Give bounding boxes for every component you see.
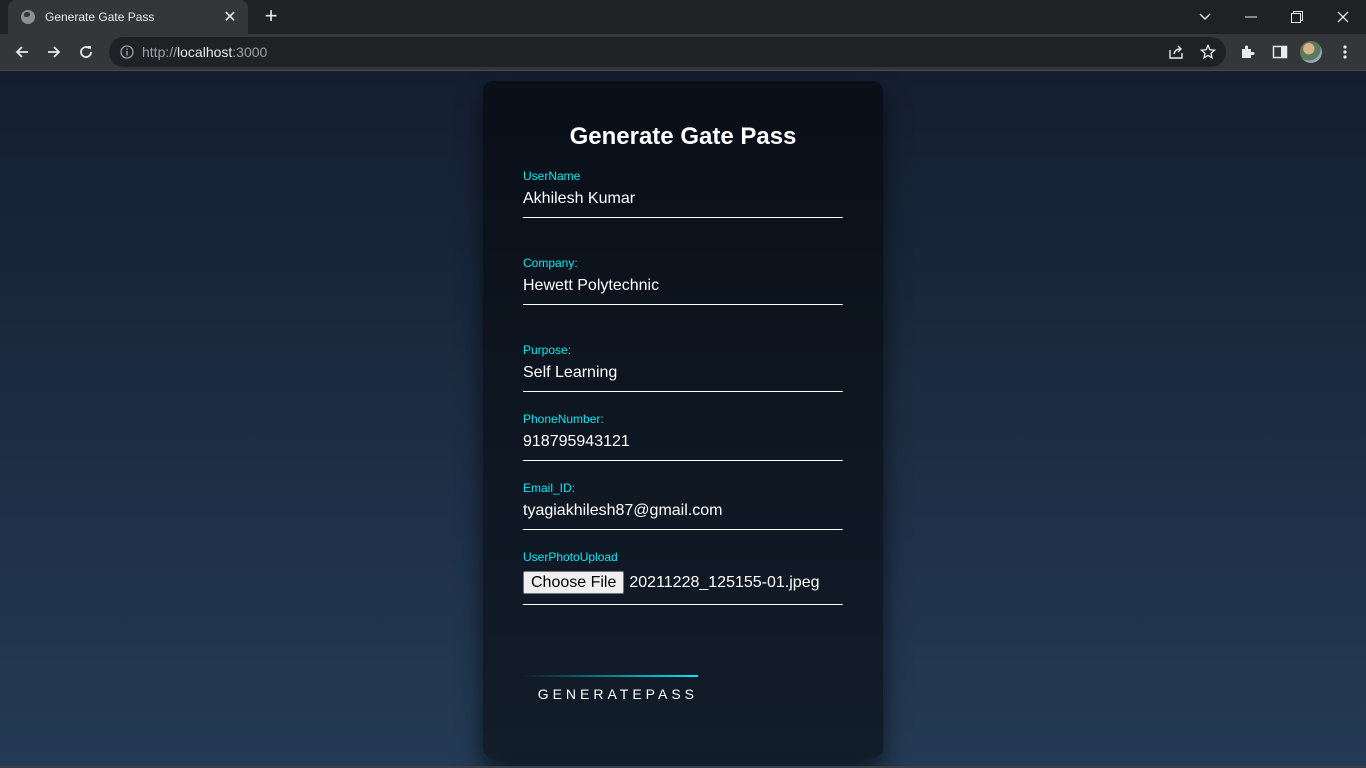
profile-avatar[interactable] bbox=[1300, 41, 1322, 63]
reload-icon[interactable] bbox=[74, 40, 98, 64]
file-input[interactable]: Choose File 20211228_125155-01.jpeg bbox=[523, 566, 843, 605]
minimize-icon[interactable] bbox=[1228, 0, 1274, 34]
side-panel-icon[interactable] bbox=[1268, 40, 1292, 64]
email-field[interactable]: Email_ID: tyagiakhilesh87@gmail.com bbox=[523, 481, 843, 530]
phone-label: PhoneNumber: bbox=[523, 412, 604, 426]
browser-tab[interactable]: Generate Gate Pass ✕ bbox=[8, 0, 248, 34]
browser-toolbar: http://localhost:3000 bbox=[0, 34, 1366, 71]
selected-file-name: 20211228_125155-01.jpeg bbox=[629, 573, 820, 591]
username-input[interactable]: Akhilesh Kumar bbox=[523, 185, 843, 218]
page-background: Generate Gate Pass UserName Akhilesh Kum… bbox=[0, 71, 1366, 766]
extensions-puzzle-icon[interactable] bbox=[1236, 40, 1260, 64]
gate-pass-form-card: Generate Gate Pass UserName Akhilesh Kum… bbox=[483, 81, 883, 758]
address-bar[interactable]: http://localhost:3000 bbox=[109, 37, 1226, 67]
purpose-input[interactable]: Self Learning bbox=[523, 359, 843, 392]
close-tab-icon[interactable]: ✕ bbox=[218, 7, 242, 27]
username-field[interactable]: UserName Akhilesh Kumar bbox=[523, 169, 843, 218]
form-title: Generate Gate Pass bbox=[569, 123, 797, 150]
purpose-label: Purpose: bbox=[523, 343, 572, 357]
company-field[interactable]: Company: Hewett Polytechnic bbox=[523, 256, 843, 305]
close-window-icon[interactable] bbox=[1320, 0, 1366, 34]
browser-tab-bar: Generate Gate Pass ✕ + bbox=[0, 0, 1366, 34]
generate-pass-button[interactable]: GENERATEPASS bbox=[523, 675, 698, 703]
email-input[interactable]: tyagiakhilesh87@gmail.com bbox=[523, 497, 843, 530]
phone-field[interactable]: PhoneNumber: 918795943121 bbox=[523, 412, 843, 461]
company-input[interactable]: Hewett Polytechnic bbox=[523, 272, 843, 305]
globe-icon bbox=[21, 10, 35, 24]
email-label: Email_ID: bbox=[523, 481, 576, 495]
share-icon[interactable] bbox=[1165, 41, 1187, 63]
url-scheme: http:// bbox=[142, 44, 178, 60]
new-tab-button[interactable]: + bbox=[259, 4, 283, 28]
info-icon[interactable] bbox=[120, 45, 134, 59]
company-label: Company: bbox=[523, 256, 578, 270]
photo-upload-label: UserPhotoUpload bbox=[523, 550, 618, 564]
tab-search-icon[interactable] bbox=[1182, 0, 1228, 34]
kebab-menu-icon[interactable] bbox=[1333, 40, 1357, 64]
tab-title: Generate Gate Pass bbox=[45, 10, 155, 24]
phone-input[interactable]: 918795943121 bbox=[523, 428, 843, 461]
purpose-field[interactable]: Purpose: Self Learning bbox=[523, 343, 843, 392]
choose-file-button[interactable]: Choose File bbox=[523, 571, 625, 594]
username-label: UserName bbox=[523, 169, 581, 183]
bookmark-star-icon[interactable] bbox=[1197, 41, 1219, 63]
back-icon[interactable] bbox=[10, 40, 34, 64]
animated-border bbox=[523, 675, 698, 677]
restore-icon[interactable] bbox=[1274, 0, 1320, 34]
photo-upload-field[interactable]: UserPhotoUpload Choose File 20211228_125… bbox=[523, 550, 843, 605]
forward-icon[interactable] bbox=[42, 40, 66, 64]
url-port: :3000 bbox=[232, 44, 268, 60]
generate-pass-label: GENERATEPASS bbox=[537, 686, 698, 702]
url-host: localhost bbox=[177, 44, 233, 60]
